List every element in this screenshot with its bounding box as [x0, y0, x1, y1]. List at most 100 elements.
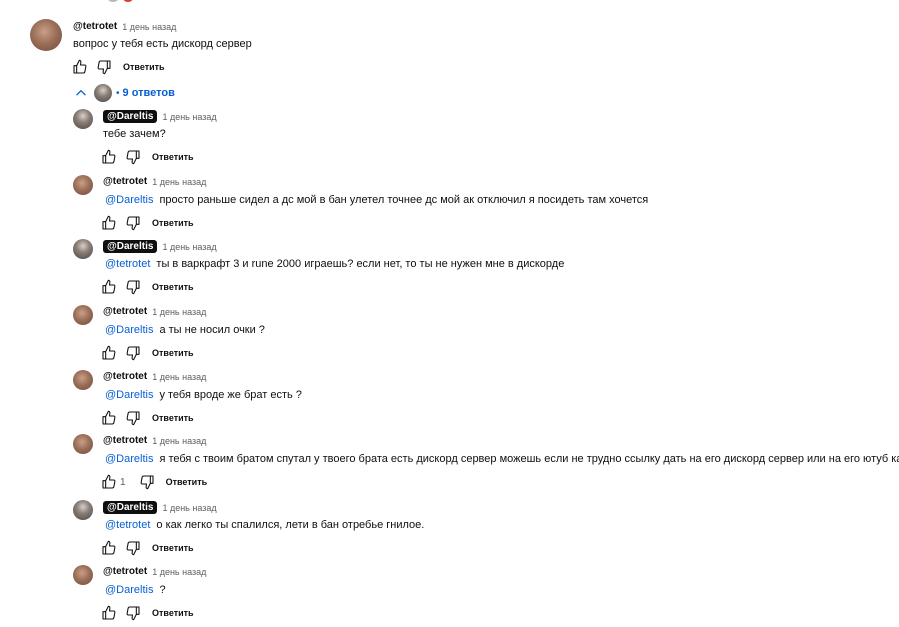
- comment-body: @Dareltis я тебя с твоим братом спутал у …: [105, 453, 899, 465]
- thumbs-up-icon[interactable]: [100, 409, 118, 427]
- thumbs-down-icon[interactable]: [124, 539, 142, 557]
- comment-header: @tetrotet 1 день назад: [103, 435, 206, 446]
- comment-actions: Ответить: [100, 409, 194, 427]
- thumbs-down-icon[interactable]: [124, 148, 142, 166]
- reply-button[interactable]: Ответить: [152, 282, 194, 292]
- mention-link[interactable]: @tetrotet: [105, 519, 150, 531]
- reply-button[interactable]: Ответить: [152, 413, 194, 423]
- mention-link[interactable]: @Dareltis: [105, 194, 153, 206]
- avatar[interactable]: [73, 109, 93, 129]
- thumbs-down-icon[interactable]: [124, 278, 142, 296]
- comment-text: вопрос у тебя есть дискорд сервер: [73, 38, 252, 50]
- comment-header: @Dareltis 1 день назад: [103, 110, 217, 123]
- mention-link[interactable]: @Dareltis: [105, 324, 153, 336]
- comment-text: просто раньше сидел а дс мой в бан улете…: [159, 194, 649, 206]
- avatar[interactable]: [73, 565, 93, 585]
- reply-button[interactable]: Ответить: [152, 218, 194, 228]
- reply-button[interactable]: Ответить: [123, 62, 165, 72]
- reply-button[interactable]: Ответить: [152, 543, 194, 553]
- comment-time[interactable]: 1 день назад: [162, 112, 216, 122]
- author-name[interactable]: @tetrotet: [103, 566, 147, 577]
- thumbs-down-icon[interactable]: [124, 604, 142, 622]
- comment-body: @Dareltis?: [105, 584, 166, 596]
- avatar[interactable]: [73, 370, 93, 390]
- comment-text: у тебя вроде же брат есть ?: [159, 389, 302, 401]
- thumbs-down-icon[interactable]: [95, 58, 113, 76]
- reply-button[interactable]: Ответить: [152, 348, 194, 358]
- reply-button[interactable]: Ответить: [166, 477, 208, 487]
- comment-header: @tetrotet 1 день назад: [103, 371, 206, 382]
- thumbs-up-icon[interactable]: [100, 604, 118, 622]
- thumbs-up-icon[interactable]: [100, 278, 118, 296]
- comment-body: @Dareltis просто раньше сидел а дс мой в …: [105, 194, 648, 206]
- owner-avatar: [94, 84, 112, 102]
- comment-header: @tetrotet 1 день назад: [103, 306, 206, 317]
- thumbs-up-icon[interactable]: [100, 214, 118, 232]
- comment-header: @tetrotet 1 день назад: [103, 176, 206, 187]
- comment-time[interactable]: 1 день назад: [162, 503, 216, 513]
- avatar[interactable]: [73, 175, 93, 195]
- comment-actions: Ответить: [100, 214, 194, 232]
- author-name[interactable]: @tetrotet: [73, 21, 117, 32]
- thumbs-down-icon[interactable]: [124, 344, 142, 362]
- author-name-owner-chip[interactable]: @Dareltis: [103, 501, 158, 514]
- comment-header: @Dareltis 1 день назад: [103, 240, 217, 253]
- avatar[interactable]: [73, 434, 93, 454]
- avatar[interactable]: [73, 305, 93, 325]
- author-name[interactable]: @tetrotet: [103, 435, 147, 446]
- thumbs-up-icon[interactable]: [71, 58, 89, 76]
- mention-link[interactable]: @Dareltis: [105, 453, 153, 465]
- comment-time[interactable]: 1 день назад: [122, 22, 176, 32]
- replies-toggle-button[interactable]: • 9 ответов: [74, 84, 175, 102]
- avatar[interactable]: [73, 239, 93, 259]
- reply-button[interactable]: Ответить: [152, 152, 194, 162]
- comment-text: ты в варкрафт 3 и rune 2000 играешь? есл…: [156, 258, 565, 270]
- comment-time[interactable]: 1 день назад: [152, 177, 206, 187]
- thumbs-up-icon[interactable]: [100, 539, 118, 557]
- comment-time[interactable]: 1 день назад: [152, 372, 206, 382]
- author-name[interactable]: @tetrotet: [103, 306, 147, 317]
- comment-time[interactable]: 1 день назад: [162, 242, 216, 252]
- mention-link[interactable]: @Dareltis: [105, 389, 153, 401]
- separator-dot: •: [116, 87, 120, 99]
- comment-actions: Ответить: [100, 148, 194, 166]
- comment-body: @tetrotet о как легко ты спалился, лети в…: [105, 519, 424, 531]
- thumbs-up-icon[interactable]: [100, 344, 118, 362]
- comment-header: @tetrotet 1 день назад: [103, 566, 206, 577]
- comment-actions: Ответить: [100, 278, 194, 296]
- thumbs-up-icon[interactable]: [100, 148, 118, 166]
- comment-body: @Dareltis у тебя вроде же брат есть ?: [105, 389, 302, 401]
- author-name-owner-chip[interactable]: @Dareltis: [103, 110, 158, 123]
- author-name[interactable]: @tetrotet: [103, 176, 147, 187]
- comment-text: я тебя с твоим братом спутал у твоего бр…: [159, 453, 899, 465]
- avatar[interactable]: [30, 19, 62, 51]
- mention-link[interactable]: @Dareltis: [105, 584, 153, 596]
- heart-icon: [122, 0, 134, 2]
- comment-body: тебе зачем?: [103, 128, 166, 140]
- avatar[interactable]: [73, 500, 93, 520]
- comment-text: а ты не носил очки ?: [159, 324, 265, 336]
- comment-time[interactable]: 1 день назад: [152, 567, 206, 577]
- comment-actions: Ответить: [100, 344, 194, 362]
- reply-button[interactable]: Ответить: [152, 608, 194, 618]
- comment-time[interactable]: 1 день назад: [152, 436, 206, 446]
- comment-actions: Ответить: [100, 604, 194, 622]
- comment-body: @Dareltis а ты не носил очки ?: [105, 324, 265, 336]
- thumbs-down-icon[interactable]: [138, 473, 156, 491]
- comment-actions: Ответить: [100, 539, 194, 557]
- comment-actions: Ответить: [71, 58, 165, 76]
- author-name-owner-chip[interactable]: @Dareltis: [103, 240, 158, 253]
- thumbs-down-icon[interactable]: [124, 409, 142, 427]
- comment-time[interactable]: 1 день назад: [152, 307, 206, 317]
- comment-actions: 1 Ответить: [100, 473, 207, 491]
- comment-text: о как легко ты спалился, лети в бан отре…: [156, 519, 425, 531]
- chevron-up-icon: [76, 90, 86, 96]
- thumbs-down-icon[interactable]: [124, 214, 142, 232]
- comment-header: @Dareltis 1 день назад: [103, 501, 217, 514]
- previous-comment-reactions: [106, 0, 134, 4]
- comment-text: тебе зачем?: [103, 128, 166, 140]
- thumbs-up-icon[interactable]: [100, 473, 118, 491]
- author-name[interactable]: @tetrotet: [103, 371, 147, 382]
- like-count: 1: [120, 476, 126, 488]
- mention-link[interactable]: @tetrotet: [105, 258, 150, 270]
